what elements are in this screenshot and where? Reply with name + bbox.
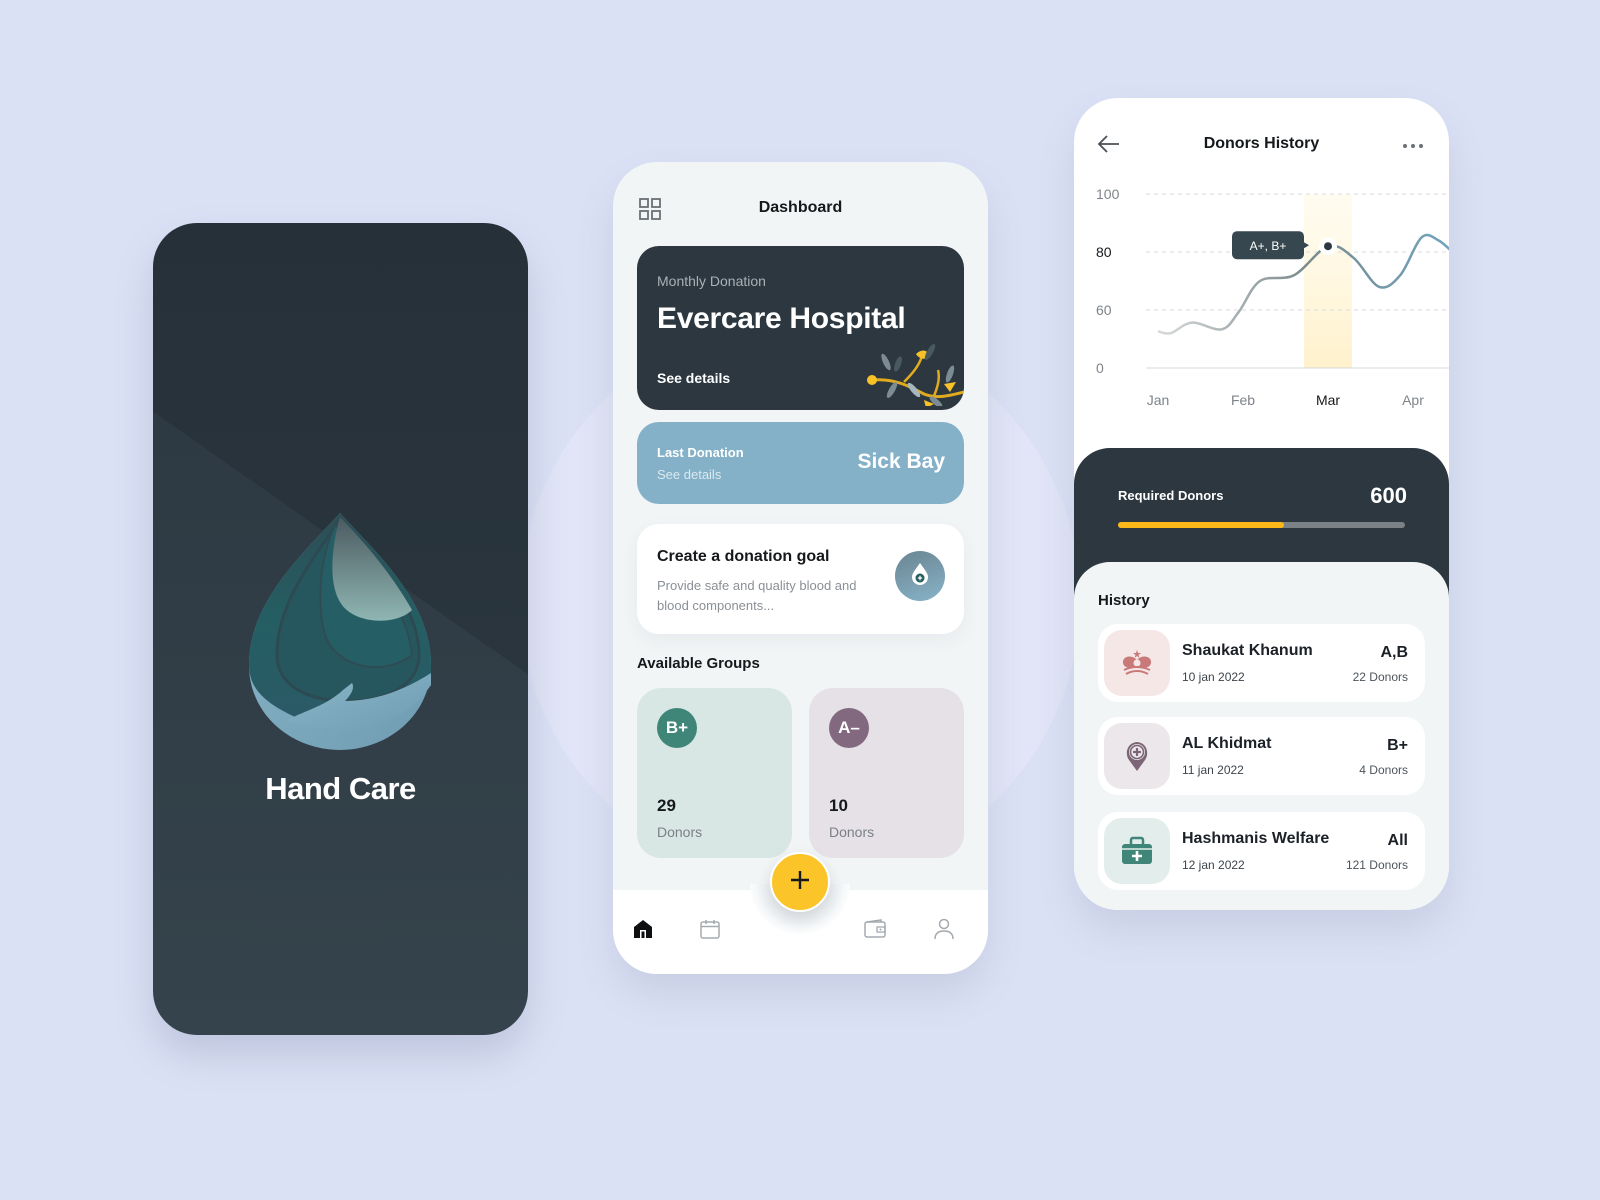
donor-unit-label: Donors <box>657 824 703 840</box>
donors-chart: 100 80 60 0 Jan Feb Mar Apr A+, B+ <box>1074 178 1449 438</box>
y-tick-label: 0 <box>1096 360 1104 376</box>
history-item-date: 12 jan 2022 <box>1182 858 1245 872</box>
donor-count: 29 <box>657 796 676 815</box>
x-tick-label: Apr <box>1402 392 1424 408</box>
user-icon <box>933 917 955 946</box>
history-item-name: AL Khidmat <box>1182 735 1272 752</box>
see-details-link[interactable]: See details <box>657 467 721 482</box>
x-tick-label: Mar <box>1316 392 1340 408</box>
history-item-group: All <box>1387 832 1408 849</box>
last-donation-card[interactable]: Last Donation See details Sick Bay <box>637 422 964 504</box>
calendar-icon <box>699 918 721 945</box>
y-tick-label: 80 <box>1096 244 1112 260</box>
highlight-band <box>1304 194 1352 368</box>
last-donation-label: Last Donation <box>657 445 744 460</box>
history-item-donors: 4 Donors <box>1359 763 1408 777</box>
history-item-donors: 121 Donors <box>1345 858 1408 872</box>
blood-drop-plus-icon <box>910 562 930 591</box>
monthly-donation-card[interactable]: Monthly Donation Evercare Hospital See d… <box>637 246 964 410</box>
goal-description: Provide safe and quality blood and blood… <box>657 578 857 613</box>
hospital-name: Evercare Hospital <box>657 302 906 335</box>
available-groups-title: Available Groups <box>637 655 760 672</box>
progress-fill <box>1118 522 1285 528</box>
required-donors-label: Required Donors <box>1118 488 1224 503</box>
goal-title: Create a donation goal <box>657 548 830 565</box>
group-card-a-negative[interactable]: A– 10 Donors <box>809 688 964 858</box>
history-item-date: 11 jan 2022 <box>1182 763 1244 777</box>
crown-icon <box>1104 630 1170 696</box>
x-tick-label: Feb <box>1231 392 1255 408</box>
plus-icon <box>789 869 811 896</box>
data-point <box>1324 242 1332 251</box>
donor-unit-label: Donors <box>829 824 875 840</box>
home-icon <box>632 918 654 945</box>
add-button[interactable] <box>770 852 830 912</box>
nav-profile[interactable] <box>931 918 957 944</box>
splash-screen: Hand Care <box>153 223 528 1035</box>
donors-history-screen: Donors History 100 80 60 0 Jan Feb Mar Apr A+, B… <box>1074 98 1449 910</box>
history-item[interactable]: Shaukat Khanum 10 jan 2022 A,B 22 Donors <box>1098 624 1425 702</box>
donor-count: 10 <box>829 796 848 815</box>
required-donors-progress <box>1118 522 1405 528</box>
y-tick-label: 100 <box>1096 186 1120 202</box>
more-options-icon[interactable] <box>1401 134 1425 154</box>
history-title: History <box>1098 592 1150 609</box>
y-tick-label: 60 <box>1096 302 1112 318</box>
blood-drop-hand-icon <box>247 505 433 751</box>
history-item[interactable]: AL Khidmat 11 jan 2022 B+ 4 Donors <box>1098 717 1425 795</box>
history-item-date: 10 jan 2022 <box>1182 670 1245 684</box>
medical-kit-icon <box>1104 818 1170 884</box>
app-name: Hand Care <box>265 771 416 806</box>
branch-decoration-icon <box>864 344 964 408</box>
history-item-donors: 22 Donors <box>1352 670 1408 684</box>
location-plus-icon <box>1104 723 1170 789</box>
history-item-name: Hashmanis Welfare <box>1182 830 1330 847</box>
required-donors-value: 600 <box>1370 483 1407 508</box>
nav-home[interactable] <box>630 918 656 944</box>
dashboard-header: Dashboard <box>613 190 988 226</box>
wallet-icon <box>863 918 887 945</box>
history-item-group: B+ <box>1387 737 1408 754</box>
tooltip-label: A+, B+ <box>1250 239 1287 253</box>
nav-calendar[interactable] <box>697 918 723 944</box>
monthly-donation-label: Monthly Donation <box>657 273 766 289</box>
page-title: Dashboard <box>758 199 843 216</box>
see-details-link[interactable]: See details <box>657 370 730 386</box>
history-item-name: Shaukat Khanum <box>1182 642 1313 659</box>
group-card-b-positive[interactable]: B+ 29 Donors <box>637 688 792 858</box>
blood-type-badge: A– <box>829 708 869 748</box>
dashboard-screen: Dashboard Monthly Donation Evercare Hosp… <box>613 162 988 974</box>
create-goal-button[interactable] <box>895 551 945 601</box>
history-header: Donors History <box>1074 126 1449 162</box>
blood-type-badge: B+ <box>657 708 697 748</box>
nav-wallet[interactable] <box>862 918 888 944</box>
history-item[interactable]: Hashmanis Welfare 12 jan 2022 All 121 Do… <box>1098 812 1425 890</box>
history-item-group: A,B <box>1380 644 1408 661</box>
x-tick-label: Jan <box>1147 392 1170 408</box>
history-panel: History Shaukat Khanum 10 jan 2022 A,B 2… <box>1074 562 1449 910</box>
page-title: Donors History <box>1203 135 1320 152</box>
last-donation-place: Sick Bay <box>857 450 945 473</box>
donation-goal-card[interactable]: Create a donation goal Provide safe and … <box>637 524 964 634</box>
